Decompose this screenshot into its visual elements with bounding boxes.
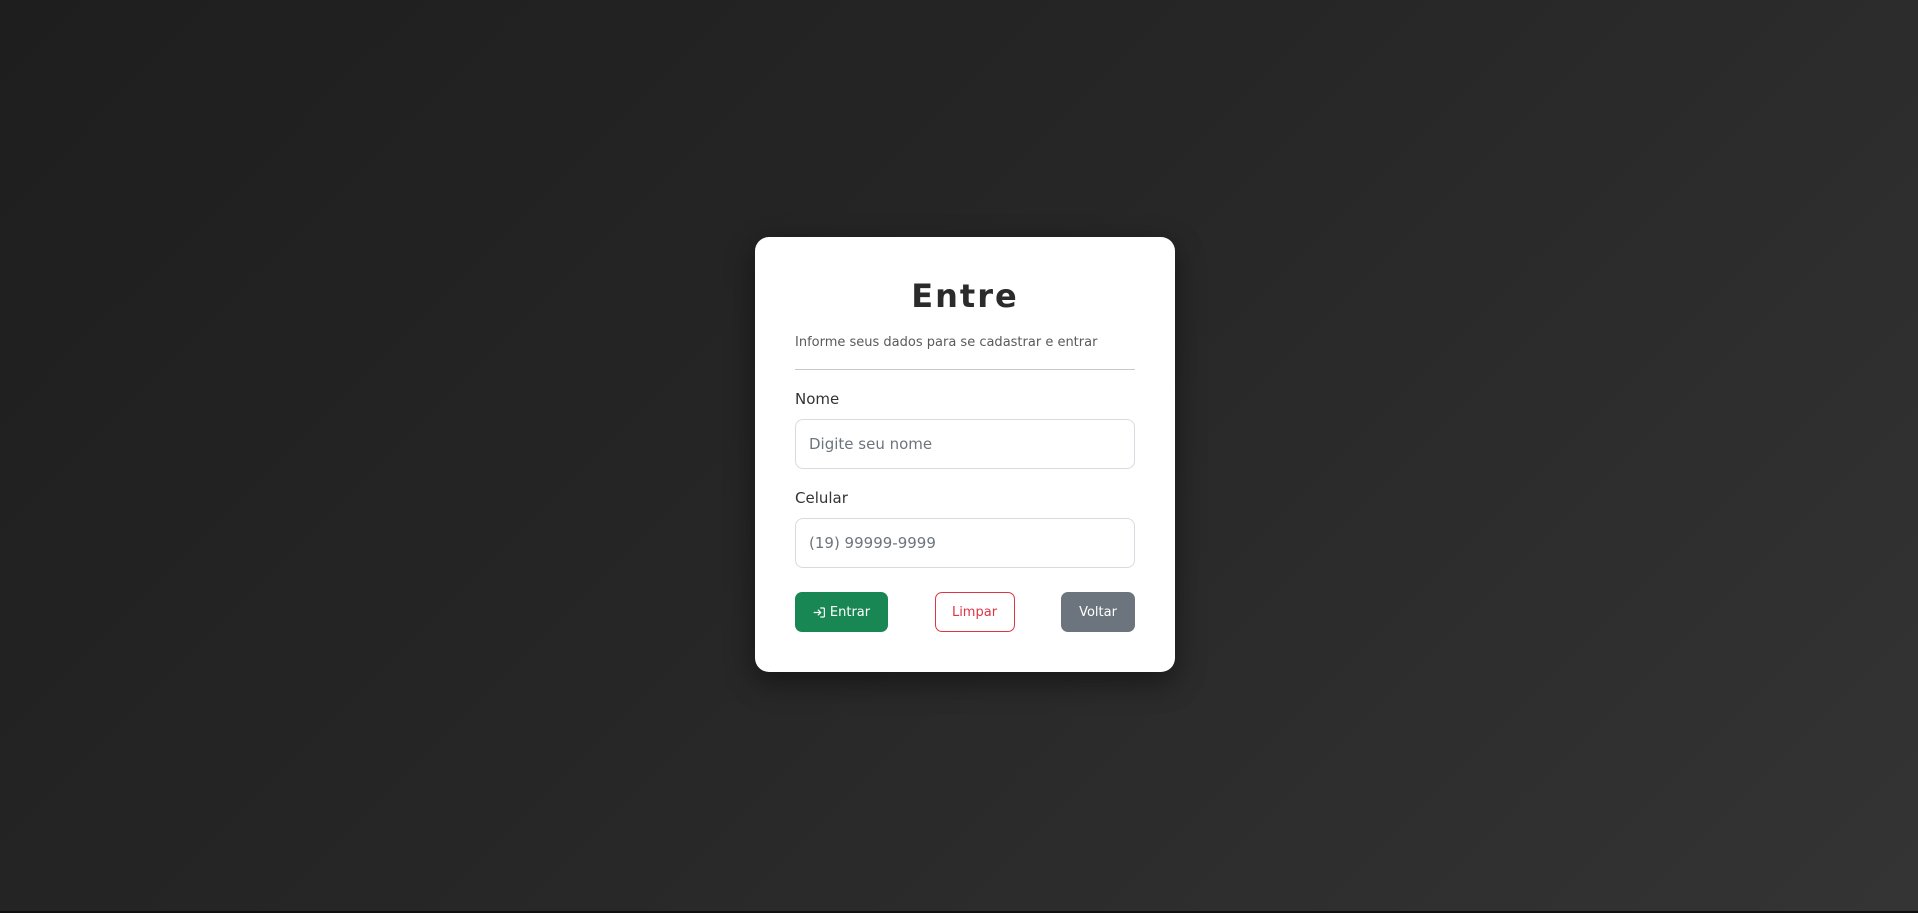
celular-label: Celular xyxy=(795,489,848,507)
clear-button[interactable]: Limpar xyxy=(934,592,1015,632)
form-actions: Entrar Limpar Voltar xyxy=(795,592,1135,632)
divider xyxy=(795,369,1135,370)
login-card: Entre Informe seus dados para se cadastr… xyxy=(755,237,1175,672)
nome-input[interactable] xyxy=(795,419,1135,469)
back-button[interactable]: Voltar xyxy=(1061,592,1135,632)
celular-input[interactable] xyxy=(795,518,1135,568)
enter-button[interactable]: Entrar xyxy=(795,592,888,632)
enter-button-label: Entrar xyxy=(829,604,871,620)
page-title: Entre xyxy=(911,277,1019,315)
login-icon xyxy=(813,606,826,619)
nome-label: Nome xyxy=(795,390,840,408)
form-subtitle: Informe seus dados para se cadastrar e e… xyxy=(795,335,1098,350)
